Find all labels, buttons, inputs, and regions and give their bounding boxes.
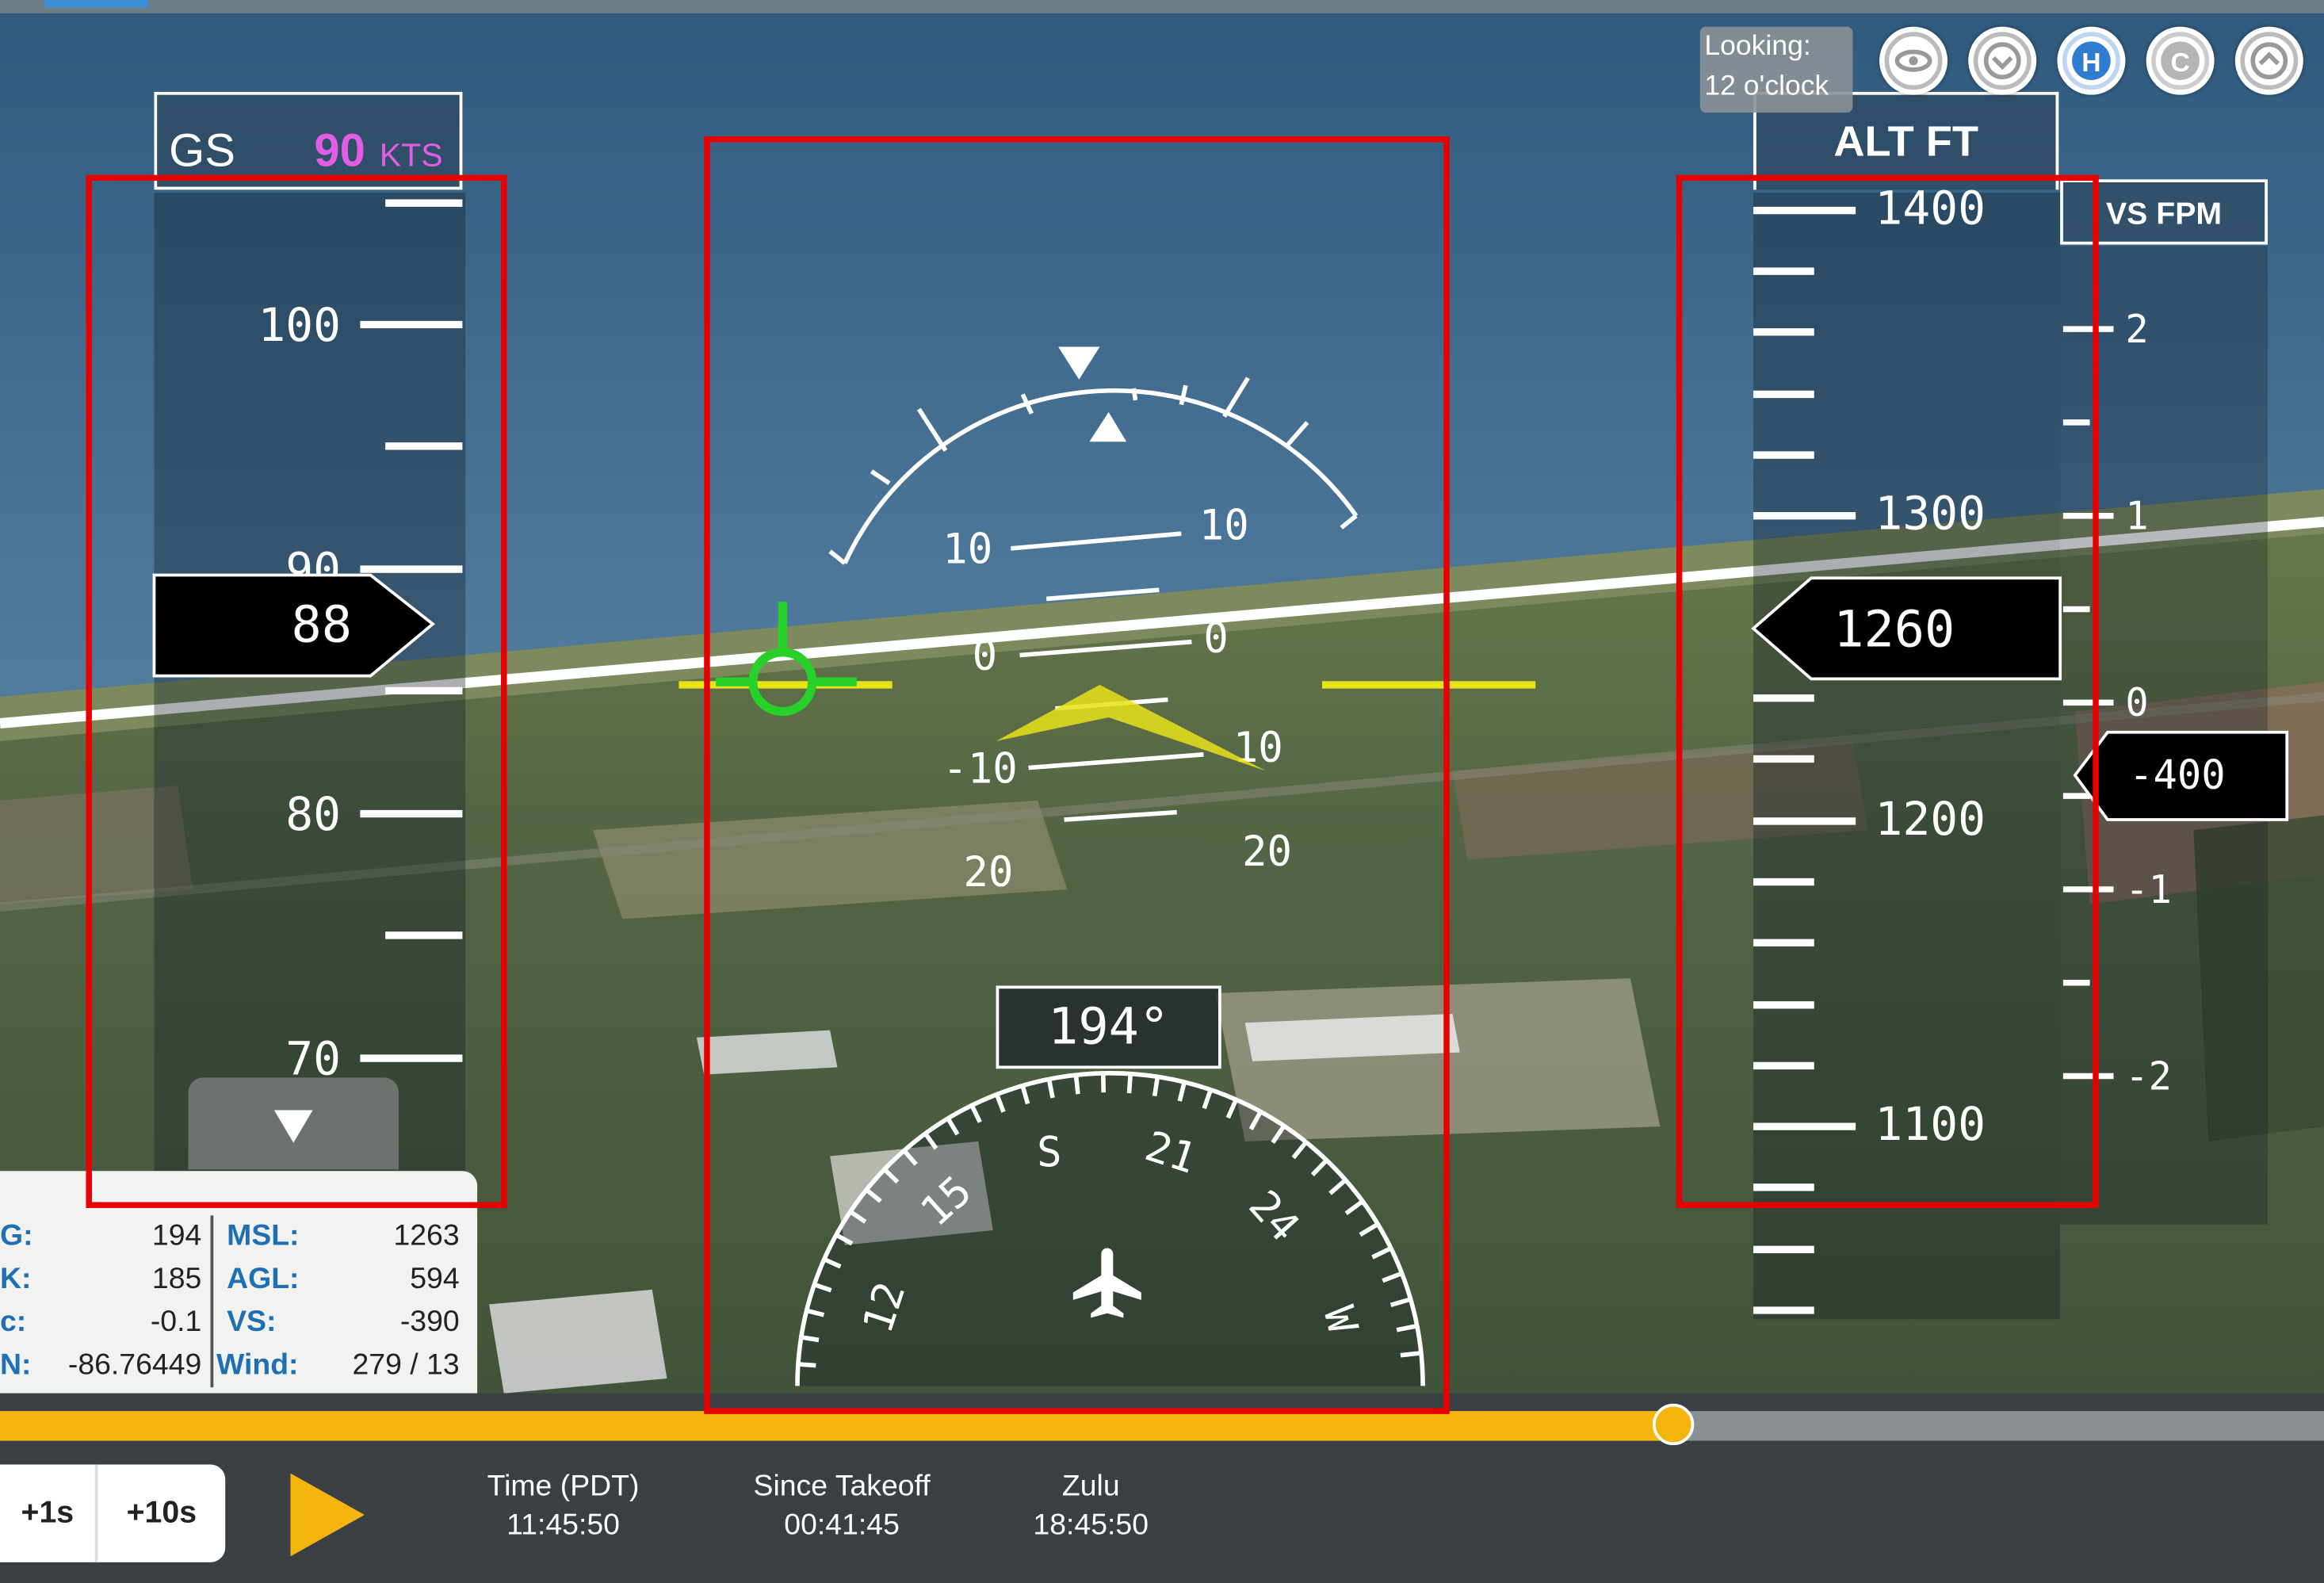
heading-mode-button[interactable]: H [2057,26,2126,95]
view-down-button[interactable] [1968,26,2037,95]
info-key: G: [0,1219,33,1253]
info-key: Wind: [216,1348,299,1382]
course-mode-button[interactable]: C [2146,26,2215,95]
time-pdt-value: 11:45:50 [506,1508,620,1542]
info-value: -390 [399,1306,460,1339]
info-key: VS: [227,1306,277,1339]
step-1s-button[interactable]: +1s [0,1464,98,1562]
heading-mode-glyph: H [2062,32,2120,90]
step-buttons: +1s +10s [0,1464,226,1562]
info-value: 194 [151,1219,202,1253]
info-key: c: [0,1306,27,1339]
course-mode-text: C [2170,48,2189,78]
info-row: G: 194 MSL: 1263 [0,1220,477,1263]
highlight-box-speed [86,174,507,1208]
chevron-down-circle-icon [1973,32,2032,90]
play-icon [290,1473,365,1557]
info-key: N: [0,1348,32,1382]
view-up-button[interactable] [2234,26,2303,95]
since-takeoff-label: Since Takeoff [753,1470,931,1504]
zulu-value: 18:45:50 [1033,1508,1149,1542]
play-button[interactable] [281,1467,370,1562]
info-value: 1263 [393,1219,460,1253]
since-takeoff-value: 00:41:45 [784,1508,900,1542]
info-value: -0.1 [150,1306,202,1339]
timeline-scrubber[interactable] [1652,1403,1695,1446]
heading-mode-text: H [2081,48,2100,78]
highlight-box-attitude [704,136,1450,1414]
since-takeoff: Since Takeoff 00:41:45 [724,1467,961,1544]
eye-view-button[interactable] [1879,26,1948,95]
time-pdt-label: Time (PDT) [487,1470,640,1504]
info-row: c: -0.1 VS: -390 [0,1306,477,1348]
looking-direction: 12 o'clock [1704,71,1829,103]
step-10s-button[interactable]: +10s [97,1464,225,1562]
course-mode-glyph: C [2151,32,2210,90]
time-pdt: Time (PDT) 11:45:50 [445,1467,682,1544]
info-row: N: -86.76449 Wind: 279 / 13 [0,1349,477,1392]
info-key: MSL: [227,1219,300,1253]
info-value: 185 [151,1263,202,1296]
zulu-time: Zulu 18:45:50 [1002,1467,1179,1544]
info-value: 594 [410,1263,460,1296]
looking-title: Looking: [1704,31,1811,63]
info-key: AGL: [227,1263,300,1296]
timeline-progress [0,1411,1674,1441]
info-value: -86.76449 [67,1348,202,1382]
info-key: K: [0,1263,32,1296]
eye-icon [1884,32,1943,90]
highlight-box-altitude [1676,174,2099,1208]
chevron-up-circle-icon [2240,32,2299,90]
info-row: K: 185 AGL: 594 [0,1263,477,1306]
looking-label: Looking: 12 o'clock [1699,26,1853,113]
info-value: 279 / 13 [352,1348,460,1382]
zulu-label: Zulu [1061,1470,1120,1504]
